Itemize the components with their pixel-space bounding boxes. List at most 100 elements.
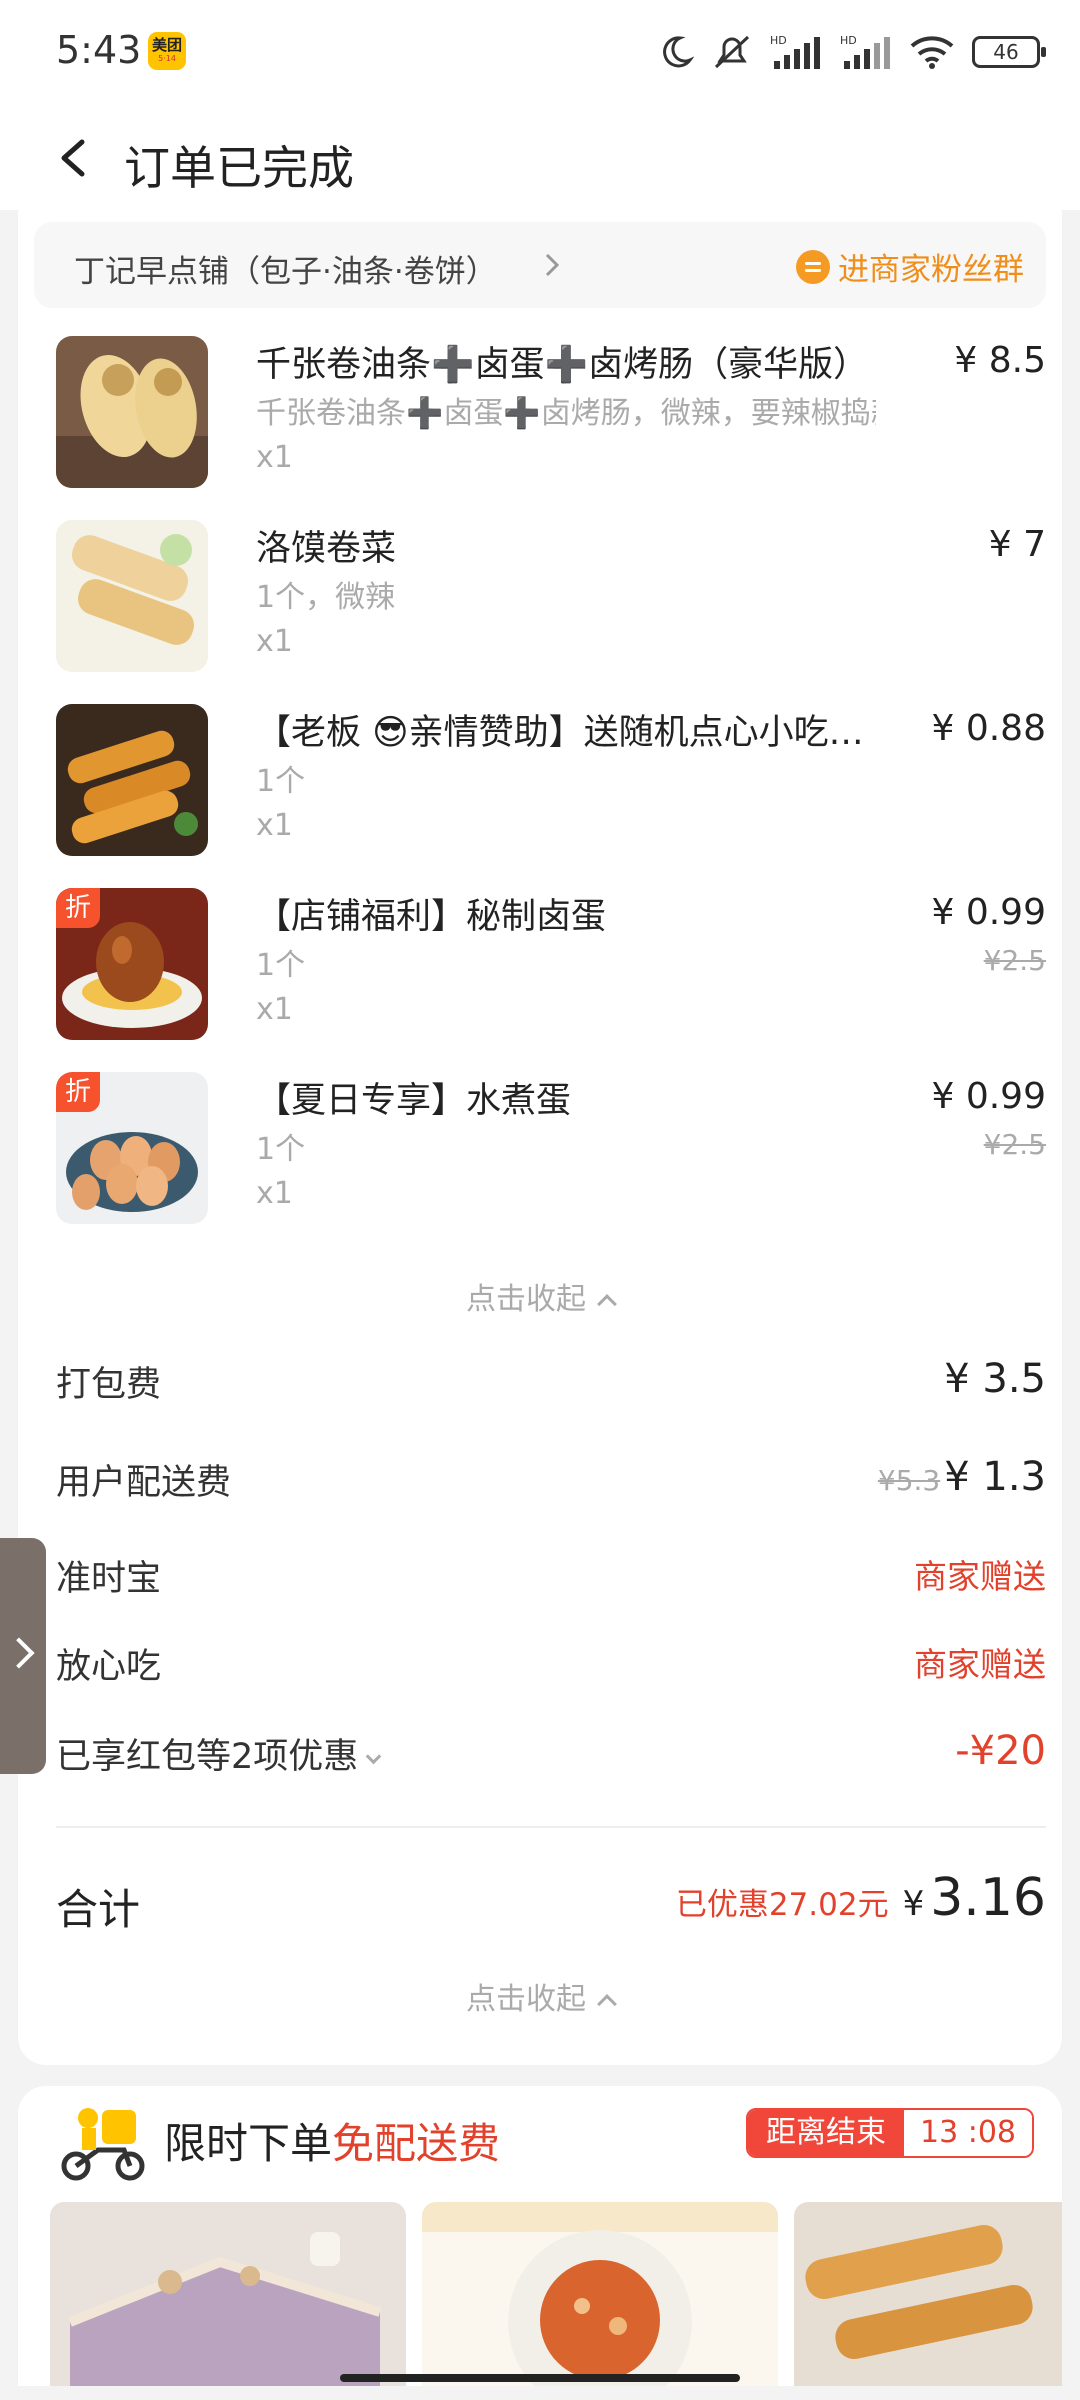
list-item[interactable]: 【老板 😎亲情赞助】送随机点心小吃… 1个 x1 ¥ 0.88	[56, 704, 1046, 888]
mute-icon	[714, 35, 750, 69]
order-card: 丁记早点铺（包子·油条·卷饼） 进商家粉丝群 千张卷油条➕卤蛋➕卤烤肠（豪华版）…	[18, 210, 1062, 2065]
fee-label: 准时宝	[56, 1559, 162, 1599]
group-chat-icon	[796, 249, 830, 284]
item-name: 【店铺福利】秘制卤蛋	[256, 897, 607, 937]
fee-label-wrap[interactable]: 已享红包等2项优惠	[56, 1728, 382, 1779]
app-badge-sub: 5·14	[158, 54, 176, 63]
item-spec: 1个	[256, 764, 306, 799]
promo-product-card[interactable]	[50, 2202, 406, 2386]
fee-value: ¥ 1.3	[944, 1454, 1046, 1500]
fee-value: 商家赠送	[914, 1645, 1046, 1684]
item-spec: 1个	[256, 948, 306, 983]
fee-original: ¥5.3	[877, 1464, 941, 1497]
collapse-items-button[interactable]: 点击收起	[18, 1274, 1062, 1318]
item-price: ¥ 8.5	[954, 340, 1046, 381]
collapse-label: 点击收起	[466, 1982, 586, 2017]
shop-bar[interactable]: 丁记早点铺（包子·油条·卷饼） 进商家粉丝群	[34, 222, 1046, 308]
item-price: ¥ 0.99	[931, 1076, 1046, 1117]
delivery-scooter-icon	[61, 2108, 145, 2181]
clock: 5:43	[56, 28, 142, 72]
promo-section: 限时下单免配送费 距离结束 13 :08	[18, 2086, 1062, 2386]
promo-title-b: 免配送费	[332, 2119, 501, 2168]
item-spec: 千张卷油条➕卤蛋➕卤烤肠，微辣，要辣椒捣蒜	[256, 396, 876, 431]
promo-product-card[interactable]	[422, 2202, 778, 2386]
countdown-time: 13 :08	[904, 2110, 1032, 2156]
chevron-up-icon	[597, 1994, 617, 2014]
chevron-down-icon	[366, 1748, 382, 1765]
svg-text:HD: HD	[840, 34, 857, 47]
collapse-label: 点击收起	[466, 1282, 586, 1317]
list-item[interactable]: 洛馍卷菜 1个，微辣 x1 ¥ 7	[56, 520, 1046, 704]
collapse-fees-button[interactable]: 点击收起	[18, 1974, 1062, 2018]
item-image	[56, 704, 208, 856]
fee-row-ontime: 准时宝 商家赠送	[56, 1550, 1046, 1610]
currency-symbol: ¥	[902, 1884, 925, 1924]
fee-label: 放心吃	[56, 1647, 162, 1687]
item-qty: x1	[256, 624, 293, 659]
fee-value: ¥ 3.5	[944, 1356, 1046, 1402]
shop-name[interactable]: 丁记早点铺（包子·油条·卷饼）	[74, 246, 497, 291]
item-name: 洛馍卷菜	[256, 529, 397, 569]
fee-row-safe: 放心吃 商家赠送	[56, 1638, 1046, 1698]
total-saved: 已优惠27.02元	[675, 1887, 889, 1923]
list-item[interactable]: 千张卷油条➕卤蛋➕卤烤肠（豪华版） 千张卷油条➕卤蛋➕卤烤肠，微辣，要辣椒捣蒜 …	[56, 336, 1046, 520]
countdown: 距离结束 13 :08	[746, 2108, 1034, 2158]
back-arrow-icon[interactable]	[56, 138, 92, 178]
item-image: 折	[56, 888, 208, 1040]
fee-label: 打包费	[56, 1365, 162, 1405]
meituan-app-badge: 美团 5·14	[148, 32, 186, 70]
side-drawer-handle[interactable]	[0, 1538, 46, 1774]
item-name: 千张卷油条➕卤蛋➕卤烤肠（豪华版）	[256, 345, 869, 385]
battery-icon: 46	[972, 36, 1046, 68]
discount-tag: 折	[56, 888, 100, 928]
fans-group-link[interactable]: 进商家粉丝群	[796, 244, 1024, 289]
total-summary: 已优惠27.02元 ¥3.16	[676, 1868, 1046, 1928]
promo-title: 限时下单免配送费	[164, 2110, 500, 2171]
item-price: ¥ 0.88	[931, 708, 1046, 749]
status-icons: HD HD 46	[658, 30, 1046, 74]
svg-text:HD: HD	[770, 34, 787, 47]
fee-value: -¥20	[955, 1728, 1046, 1774]
total-value-wrap: ¥3.16	[903, 1868, 1046, 1928]
promo-product-card[interactable]	[794, 2202, 1062, 2386]
divider	[56, 1826, 1046, 1828]
signal-icon-2: HD	[840, 34, 890, 69]
list-item[interactable]: 折 【店铺福利】秘制卤蛋 1个 x1 ¥ 0.99 ¥2.5	[56, 888, 1046, 1072]
countdown-label: 距离结束	[748, 2110, 904, 2156]
wifi-icon	[910, 36, 954, 69]
chevron-right-icon	[545, 253, 560, 277]
fee-value-wrap: ¥5.3 ¥ 1.3	[878, 1454, 1046, 1500]
item-qty: x1	[256, 440, 293, 475]
list-item[interactable]: 折 【夏日专享】水煮蛋 1个 x1 ¥ 0.99 ¥2.5	[56, 1072, 1046, 1256]
fee-label: 用户配送费	[56, 1463, 232, 1503]
page-title: 订单已完成	[124, 141, 354, 195]
item-image	[56, 520, 208, 672]
item-original-price: ¥2.5	[983, 1128, 1046, 1161]
item-spec: 1个，微辣	[256, 580, 396, 615]
total-value: 3.16	[930, 1868, 1046, 1928]
fans-group-label: 进商家粉丝群	[838, 252, 1024, 288]
page-header: 订单已完成	[0, 100, 1080, 210]
item-name: 【老板 😎亲情赞助】送随机点心小吃…	[256, 713, 864, 753]
item-spec: 1个	[256, 1132, 306, 1167]
item-qty: x1	[256, 992, 293, 1027]
app-badge-text: 美团	[151, 36, 182, 54]
home-indicator[interactable]	[340, 2374, 740, 2382]
item-image	[56, 336, 208, 488]
fee-row-delivery: 用户配送费 ¥5.3 ¥ 1.3	[56, 1454, 1046, 1514]
promo-title-a: 限时下单	[164, 2119, 333, 2168]
item-qty: x1	[256, 1176, 293, 1211]
item-price: ¥ 0.99	[931, 892, 1046, 933]
item-price: ¥ 7	[988, 524, 1046, 565]
item-qty: x1	[256, 808, 293, 843]
fee-row-discount[interactable]: 已享红包等2项优惠 -¥20	[56, 1728, 1046, 1788]
discount-tag: 折	[56, 1072, 100, 1112]
item-name: 【夏日专享】水煮蛋	[256, 1081, 572, 1121]
fee-row-packing: 打包费 ¥ 3.5	[56, 1356, 1046, 1416]
item-original-price: ¥2.5	[983, 944, 1046, 977]
total-label: 合计	[56, 1885, 141, 1934]
signal-icon: HD	[770, 34, 820, 69]
status-bar: 5:43 美团 5·14 HD HD 46	[0, 0, 1080, 100]
moon-icon	[663, 36, 694, 68]
fee-value: 商家赠送	[914, 1557, 1046, 1596]
